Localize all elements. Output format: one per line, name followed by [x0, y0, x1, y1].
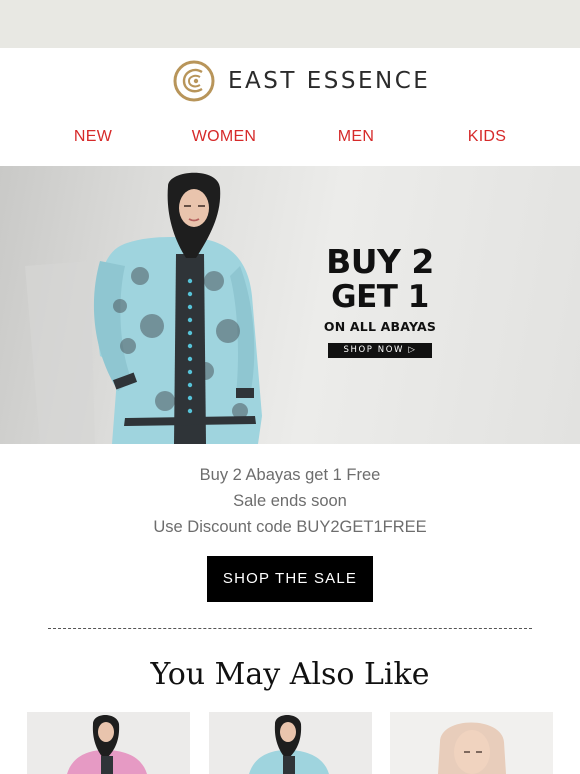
hero-headline-line1: BUY 2	[326, 242, 434, 281]
nav-item-men[interactable]: MEN	[296, 128, 416, 146]
promo-line-offer: Buy 2 Abayas get 1 Free	[199, 466, 381, 484]
blue-abaya-photo	[209, 712, 372, 774]
play-circle-icon: ▷	[408, 345, 417, 355]
hero-banner[interactable]: BUY 2 GET 1 ON ALL ABAYAS SHOP NOW ▷	[0, 166, 580, 444]
dashed-divider	[48, 628, 532, 629]
brand-logo[interactable]: EAST ESSENCE	[172, 59, 430, 103]
beige-hijab-photo	[390, 712, 553, 774]
shop-now-label: SHOP NOW	[343, 345, 405, 355]
brand-name: EAST ESSENCE	[228, 68, 431, 94]
nav-item-women[interactable]: WOMEN	[164, 128, 284, 146]
product-card-beige-hijab[interactable]	[390, 712, 553, 774]
hero-headline-line2: GET 1	[331, 279, 429, 315]
hero-model-image	[25, 172, 262, 444]
shop-the-sale-button[interactable]: SHOP THE SALE	[207, 556, 373, 602]
promo-line-code: Use Discount code BUY2GET1FREE	[153, 518, 427, 536]
product-card-pink-abaya[interactable]	[27, 712, 190, 774]
hero-promo: BUY 2 GET 1 ON ALL ABAYAS SHOP NOW ▷	[318, 244, 442, 358]
nav-item-new[interactable]: NEW	[33, 128, 153, 146]
hero-subheadline: ON ALL ABAYAS	[323, 319, 437, 334]
product-card-blue-abaya[interactable]	[209, 712, 372, 774]
nav-item-kids[interactable]: KIDS	[427, 128, 547, 146]
shop-now-button[interactable]: SHOP NOW ▷	[328, 343, 432, 358]
promo-line-deadline: Sale ends soon	[233, 492, 347, 510]
promo-copy: Buy 2 Abayas get 1 Free Sale ends soon U…	[0, 462, 580, 540]
recommendations-title: You May Also Like	[150, 657, 430, 692]
main-navigation: NEW WOMEN MEN KIDS	[0, 128, 580, 154]
pink-abaya-photo	[27, 712, 190, 774]
top-banner-strip	[0, 0, 580, 48]
east-essence-logo-icon	[173, 60, 215, 102]
